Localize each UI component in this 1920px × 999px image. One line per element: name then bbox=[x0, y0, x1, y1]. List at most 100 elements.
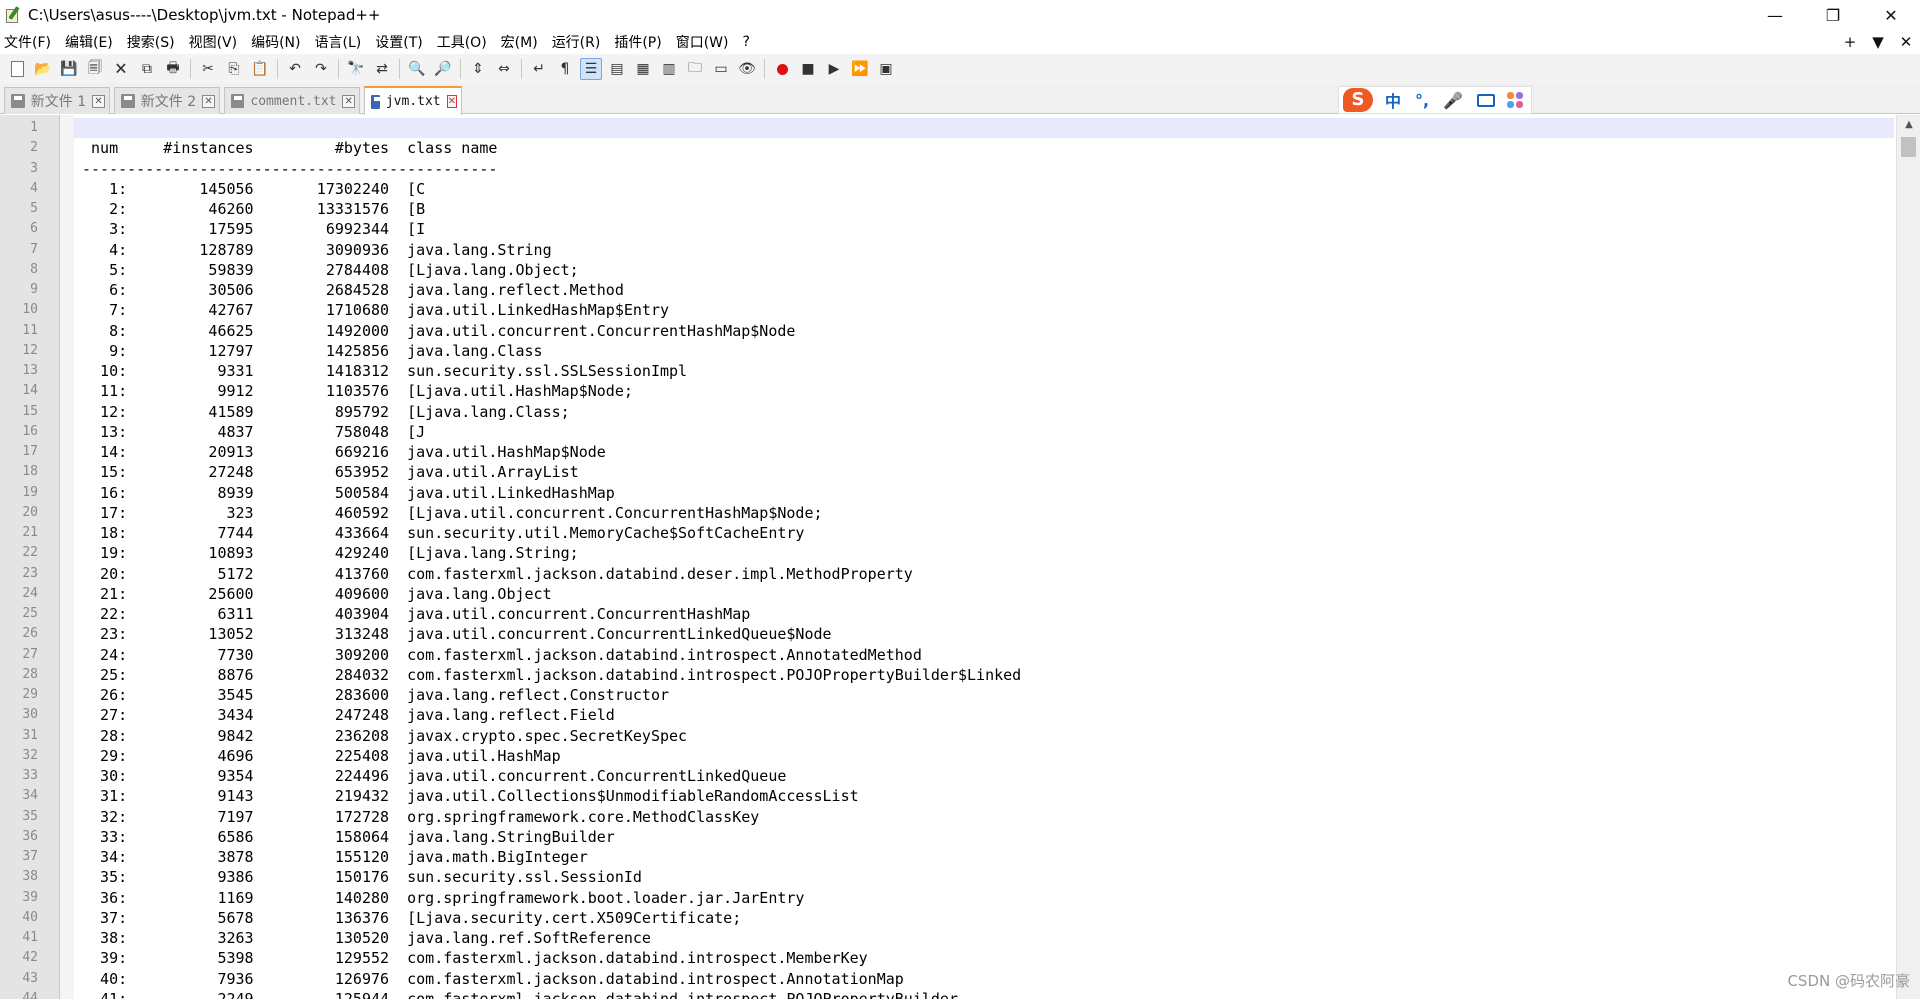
save-all-icon[interactable]: 🗐 bbox=[84, 58, 106, 80]
menu-item-12[interactable]: ? bbox=[743, 34, 750, 50]
scrollbar-thumb[interactable] bbox=[1901, 137, 1916, 157]
code-line[interactable]: 9: 12797 1425856 java.lang.Class bbox=[82, 341, 543, 361]
code-line[interactable]: 15: 27248 653952 java.util.ArrayList bbox=[82, 462, 579, 482]
print-icon[interactable]: 🖶 bbox=[162, 58, 184, 80]
code-line[interactable]: 34: 3878 155120 java.math.BigInteger bbox=[82, 847, 588, 867]
code-line[interactable]: 12: 41589 895792 [Ljava.lang.Class; bbox=[82, 402, 570, 422]
code-line[interactable]: 5: 59839 2784408 [Ljava.lang.Object; bbox=[82, 260, 579, 280]
doc-list-icon[interactable]: ▭ bbox=[710, 58, 732, 80]
tab-1[interactable]: 新文件 1 ✕ bbox=[4, 87, 110, 114]
save-icon[interactable]: 💾 bbox=[58, 58, 80, 80]
ime-language-toggle[interactable]: 中 bbox=[1385, 88, 1401, 112]
save-macro-icon[interactable]: ▣ bbox=[875, 58, 897, 80]
code-line[interactable]: 3: 17595 6992344 [I bbox=[82, 219, 425, 239]
code-line[interactable]: 29: 4696 225408 java.util.HashMap bbox=[82, 746, 561, 766]
menu-item-3[interactable]: 视图(V) bbox=[189, 32, 238, 52]
new-file-icon[interactable] bbox=[6, 58, 28, 80]
code-line[interactable]: 37: 5678 136376 [Ljava.security.cert.X50… bbox=[82, 908, 741, 928]
code-line[interactable]: 13: 4837 758048 [J bbox=[82, 422, 425, 442]
code-line[interactable]: 8: 46625 1492000 java.util.concurrent.Co… bbox=[82, 321, 795, 341]
close-file-icon[interactable]: 🗙 bbox=[110, 58, 132, 80]
code-line[interactable]: 40: 7936 126976 com.fasterxml.jackson.da… bbox=[82, 969, 904, 989]
close-all-icon[interactable]: ⧉ bbox=[136, 58, 158, 80]
menu-item-5[interactable]: 语言(L) bbox=[315, 32, 362, 52]
menu-item-4[interactable]: 编码(N) bbox=[251, 32, 300, 52]
close-tab-button[interactable]: ✕ bbox=[1892, 33, 1920, 51]
find-icon[interactable]: 🔭 bbox=[345, 58, 367, 80]
editor-area[interactable]: 1 2 3 4 5 6 7 8 9 10 11 12 13 14 15 16 17 18 19 20 21 22 23 24 2… bbox=[0, 115, 1920, 999]
redo-icon[interactable]: ↷ bbox=[310, 58, 332, 80]
tab-list-dropdown-button[interactable]: ▼ bbox=[1864, 33, 1892, 51]
sync-horizontal-icon[interactable]: ⇔ bbox=[493, 58, 515, 80]
zoom-out-icon[interactable]: 🔎 bbox=[432, 58, 454, 80]
doc-map-icon[interactable]: ▦ bbox=[632, 58, 654, 80]
code-line[interactable]: 26: 3545 283600 java.lang.reflect.Constr… bbox=[82, 685, 669, 705]
vertical-scrollbar[interactable]: ▲ bbox=[1896, 115, 1920, 999]
new-tab-plus-button[interactable]: + bbox=[1836, 33, 1864, 51]
zoom-in-icon[interactable]: 🔍 bbox=[406, 58, 428, 80]
code-line[interactable]: num #instances #bytes class name bbox=[82, 138, 497, 158]
code-line[interactable]: 2: 46260 13331576 [B bbox=[82, 199, 425, 219]
cut-icon[interactable]: ✂ bbox=[197, 58, 219, 80]
code-line[interactable]: 35: 9386 150176 sun.security.ssl.Session… bbox=[82, 867, 642, 887]
show-all-chars-icon[interactable]: ¶ bbox=[554, 58, 576, 80]
play-macro-icon[interactable]: ▶ bbox=[823, 58, 845, 80]
code-line[interactable]: 20: 5172 413760 com.fasterxml.jackson.da… bbox=[82, 564, 913, 584]
udl-icon[interactable]: ▤ bbox=[606, 58, 628, 80]
close-button[interactable]: ✕ bbox=[1862, 0, 1920, 30]
code-line[interactable]: 32: 7197 172728 org.springframework.core… bbox=[82, 807, 759, 827]
menu-item-1[interactable]: 编辑(E) bbox=[65, 32, 113, 52]
tab-close-icon[interactable]: ✕ bbox=[92, 94, 105, 108]
code-line[interactable]: 10: 9331 1418312 sun.security.ssl.SSLSes… bbox=[82, 361, 687, 381]
tab-close-icon[interactable]: ✕ bbox=[202, 94, 215, 108]
code-line[interactable]: 7: 42767 1710680 java.util.LinkedHashMap… bbox=[82, 300, 669, 320]
menu-item-8[interactable]: 宏(M) bbox=[501, 32, 538, 52]
menu-item-9[interactable]: 运行(R) bbox=[552, 32, 601, 52]
code-line[interactable]: 23: 13052 313248 java.util.concurrent.Co… bbox=[82, 624, 832, 644]
code-line[interactable]: 22: 6311 403904 java.util.concurrent.Con… bbox=[82, 604, 750, 624]
indent-guide-icon[interactable]: ☰ bbox=[580, 58, 602, 80]
code-line[interactable]: 39: 5398 129552 com.fasterxml.jackson.da… bbox=[82, 948, 868, 968]
scroll-up-arrow-icon[interactable]: ▲ bbox=[1897, 115, 1920, 135]
stop-macro-icon[interactable]: ■ bbox=[797, 58, 819, 80]
tab-4[interactable]: jvm.txt ✕ bbox=[364, 86, 462, 115]
maximize-button[interactable]: ❐ bbox=[1804, 0, 1862, 30]
code-line[interactable]: 16: 8939 500584 java.util.LinkedHashMap bbox=[82, 483, 615, 503]
code-line[interactable]: 21: 25600 409600 java.lang.Object bbox=[82, 584, 552, 604]
menu-item-2[interactable]: 搜索(S) bbox=[127, 32, 175, 52]
code-line[interactable]: 33: 6586 158064 java.lang.StringBuilder bbox=[82, 827, 615, 847]
menu-item-0[interactable]: 文件(F) bbox=[4, 32, 51, 52]
microphone-icon[interactable]: 🎤 bbox=[1443, 91, 1463, 110]
function-list-icon[interactable]: ▥ bbox=[658, 58, 680, 80]
tab-close-icon[interactable]: ✕ bbox=[342, 94, 355, 108]
sync-vertical-icon[interactable]: ⇕ bbox=[467, 58, 489, 80]
code-line[interactable]: 1: 145056 17302240 [C bbox=[82, 179, 425, 199]
word-wrap-icon[interactable]: ↵ bbox=[528, 58, 550, 80]
code-line[interactable]: 24: 7730 309200 com.fasterxml.jackson.da… bbox=[82, 645, 922, 665]
code-line[interactable]: 36: 1169 140280 org.springframework.boot… bbox=[82, 888, 804, 908]
folder-workspace-icon[interactable]: 🗀 bbox=[684, 58, 706, 80]
code-line[interactable]: 18: 7744 433664 sun.security.util.Memory… bbox=[82, 523, 804, 543]
tab-3[interactable]: comment.txt ✕ bbox=[224, 87, 360, 114]
code-line[interactable]: 4: 128789 3090936 java.lang.String bbox=[82, 240, 552, 260]
code-line[interactable]: 28: 9842 236208 javax.crypto.spec.Secret… bbox=[82, 726, 687, 746]
menu-item-7[interactable]: 工具(O) bbox=[437, 32, 487, 52]
code-line[interactable]: 27: 3434 247248 java.lang.reflect.Field bbox=[82, 705, 615, 725]
tab-2[interactable]: 新文件 2 ✕ bbox=[114, 87, 220, 114]
code-line[interactable]: 30: 9354 224496 java.util.concurrent.Con… bbox=[82, 766, 786, 786]
ime-punctuation-toggle[interactable]: °, bbox=[1415, 91, 1429, 110]
app-tiles-icon[interactable] bbox=[1507, 92, 1524, 108]
keyboard-icon[interactable] bbox=[1477, 93, 1496, 107]
open-file-icon[interactable]: 📂 bbox=[32, 58, 54, 80]
copy-icon[interactable]: ⎘ bbox=[223, 58, 245, 80]
undo-icon[interactable]: ↶ bbox=[284, 58, 306, 80]
code-line[interactable]: 11: 9912 1103576 [Ljava.util.HashMap$Nod… bbox=[82, 381, 633, 401]
menu-item-6[interactable]: 设置(T) bbox=[375, 32, 422, 52]
code-line[interactable]: 6: 30506 2684528 java.lang.reflect.Metho… bbox=[82, 280, 624, 300]
run-macro-multiple-icon[interactable]: ⏩ bbox=[849, 58, 871, 80]
record-macro-icon[interactable] bbox=[771, 58, 793, 80]
code-line[interactable]: 31: 9143 219432 java.util.Collections$Un… bbox=[82, 786, 859, 806]
minimize-button[interactable]: — bbox=[1746, 0, 1804, 30]
code-line[interactable]: 41: 2249 125944 com.fasterxml.jackson.da… bbox=[82, 989, 958, 999]
tab-close-icon[interactable]: ✕ bbox=[446, 95, 457, 108]
